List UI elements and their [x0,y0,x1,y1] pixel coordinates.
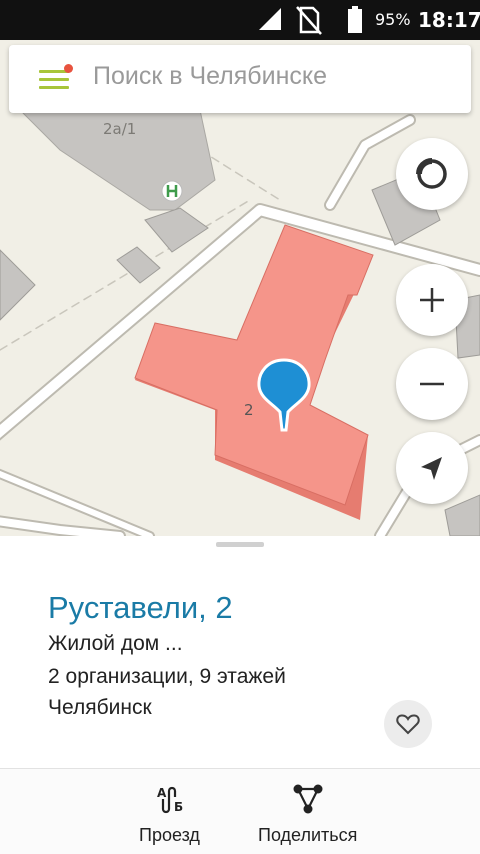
heart-icon [396,714,420,735]
menu-line [39,86,69,89]
service-poi-icon[interactable] [161,180,183,202]
notification-dot [64,64,73,73]
place-card[interactable]: Руставели, 2 Жилой дом ... 2 организации… [0,536,480,768]
route-label: Проезд [139,825,200,845]
action-bar: A Б Проезд Поделиться [0,768,480,854]
status-bar: 95% 18:17 [0,0,480,40]
route-icon: A Б [157,786,183,814]
place-description: Жилой дом ... [48,632,183,655]
selected-building[interactable] [134,224,374,520]
route-icon-glyph: Б [174,800,183,814]
battery-icon [348,6,362,33]
compass-button[interactable] [396,138,468,210]
route-button[interactable]: A Б Проезд [130,769,214,854]
search-input[interactable]: Поиск в Челябинске [93,62,327,91]
place-city: Челябинск [48,696,152,719]
battery-percent: 95% [375,10,411,29]
zoom-in-button[interactable] [396,264,468,336]
my-location-icon [421,457,442,480]
search-bar[interactable]: Поиск в Челябинске [9,45,471,113]
zoom-out-icon [420,382,444,386]
menu-line [39,78,69,81]
no-sim-icon [296,6,322,35]
favorite-button[interactable] [384,700,432,748]
drag-handle[interactable] [216,542,264,547]
share-label: Поделиться [258,825,358,845]
route-icon-glyph: A [157,786,167,800]
compass-icon [416,158,447,189]
map-label-house-number: 2 [244,401,254,419]
place-title: Руставели, 2 [48,590,233,625]
map-label-building: 2а/1 [103,120,136,138]
signal-icon [259,8,281,30]
clock: 18:17 [418,8,480,32]
place-details: 2 организации, 9 этажей [48,665,286,688]
share-button[interactable]: Поделиться [252,769,364,854]
my-location-button[interactable] [396,432,468,504]
zoom-out-button[interactable] [396,348,468,420]
share-icon [293,784,323,814]
menu-icon[interactable] [29,64,73,94]
zoom-in-icon [420,288,444,312]
